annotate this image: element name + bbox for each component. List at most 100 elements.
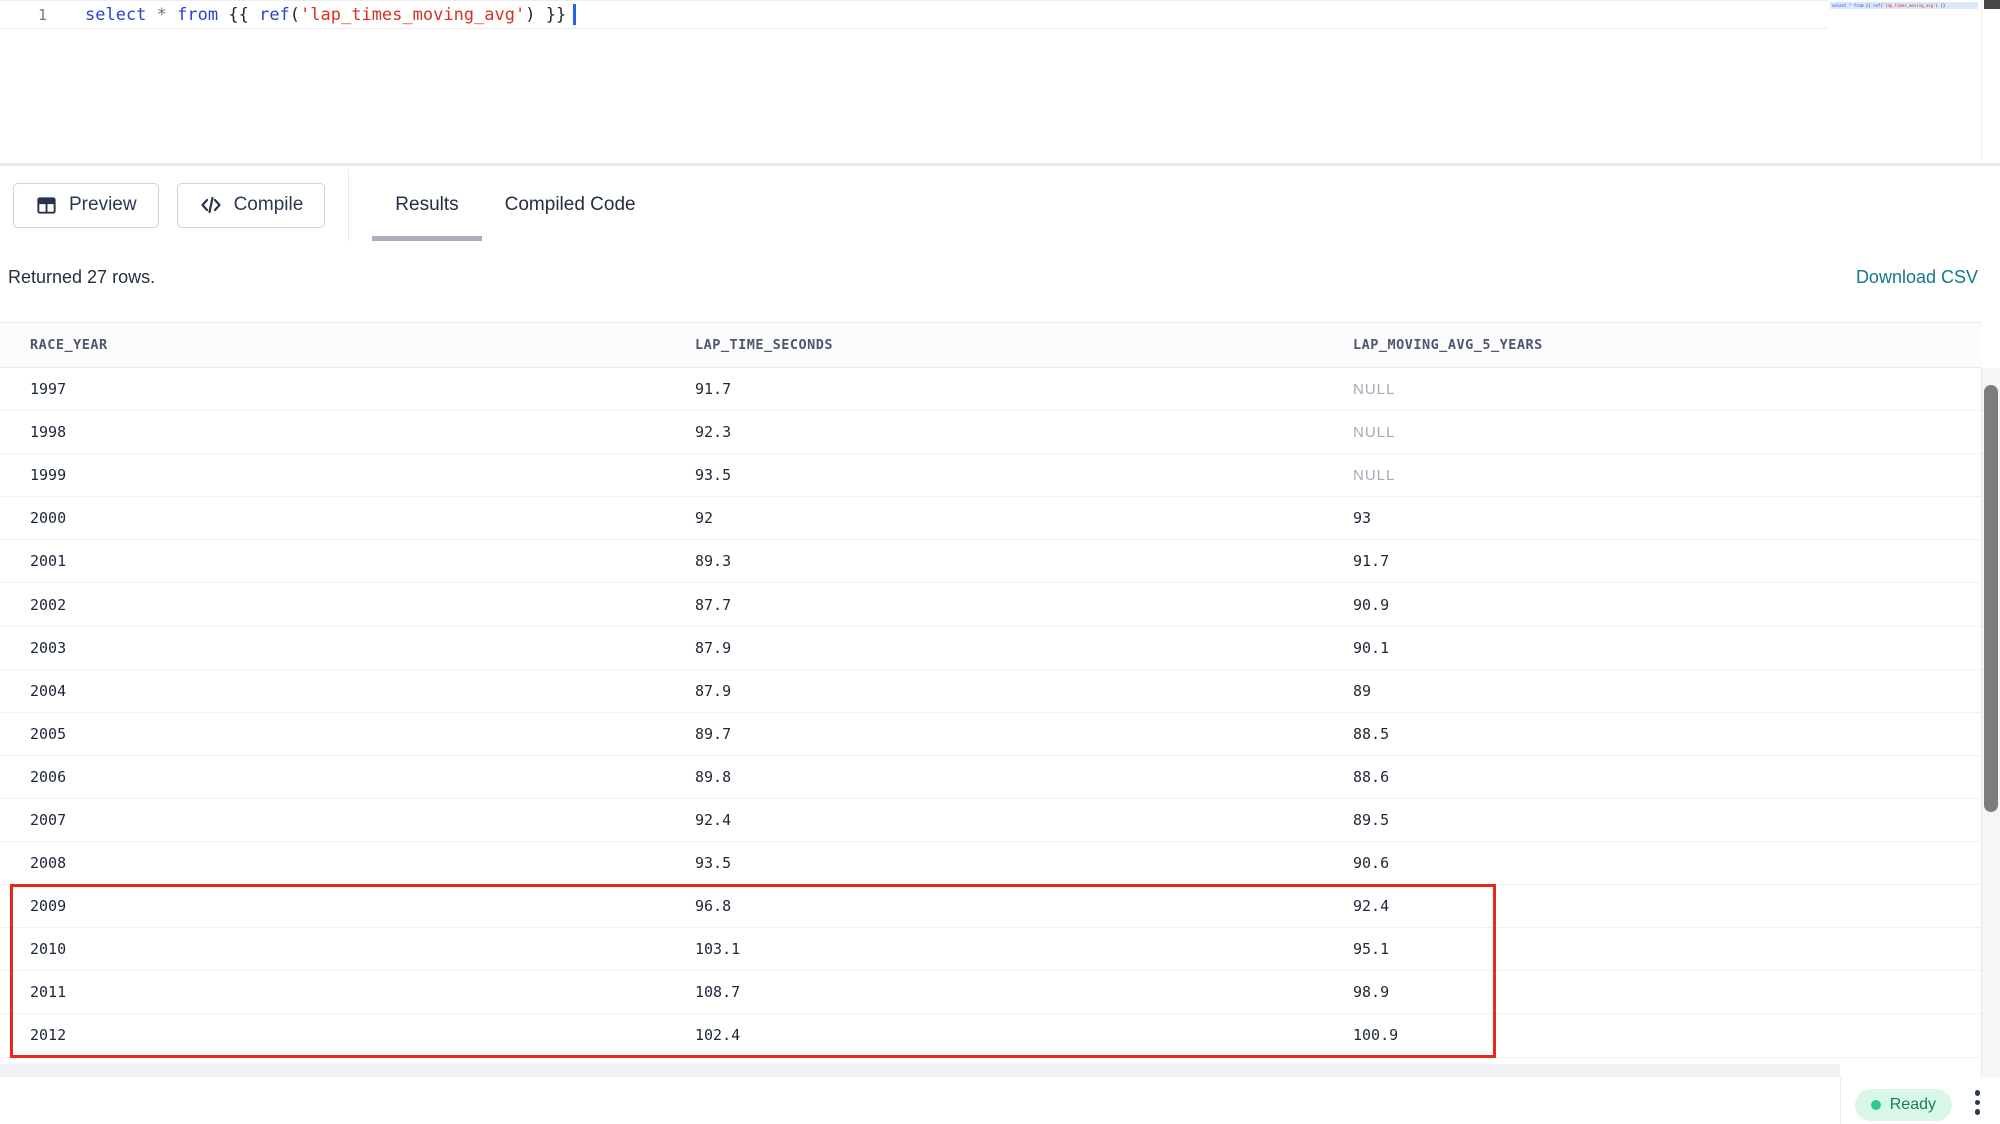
table-cell: 2011 <box>0 983 695 1001</box>
editor-current-line[interactable]: 1 select * from {{ ref('lap_times_moving… <box>0 0 1828 29</box>
table-cell: 93.5 <box>695 466 1353 484</box>
dbt-ide-root: 1 select * from {{ ref('lap_times_moving… <box>0 0 2000 1124</box>
table-cell: 2006 <box>0 768 695 786</box>
table-cell: 95.1 <box>1353 940 1981 958</box>
column-header-race-year: RACE_YEAR <box>0 337 695 353</box>
table-cell: NULL <box>1353 467 1981 484</box>
table-cell: NULL <box>1353 424 1981 441</box>
table-cell: 89.5 <box>1353 811 1981 829</box>
table-row: 20009293 <box>0 497 1981 540</box>
preview-button[interactable]: Preview <box>13 183 159 228</box>
table-row: 199993.5NULL <box>0 454 1981 497</box>
table-cell: 88.5 <box>1353 725 1981 743</box>
table-grid-icon <box>35 194 58 217</box>
status-badge-label: Ready <box>1890 1096 1936 1114</box>
kebab-menu-icon[interactable] <box>1971 1088 1985 1117</box>
table-row: 2012102.4100.9 <box>0 1014 1981 1057</box>
table-cell: 88.6 <box>1353 768 1981 786</box>
table-cell: 1999 <box>0 466 695 484</box>
table-cell: 1998 <box>0 423 695 441</box>
table-cell: 90.1 <box>1353 639 1981 657</box>
panel-bottom-strip <box>0 1064 1840 1077</box>
table-row: 200792.489.5 <box>0 799 1981 842</box>
results-toolbar: Preview Compile Results Compiled Code <box>0 169 2000 241</box>
column-header-lap-moving-avg-5-years: LAP_MOVING_AVG_5_YEARS <box>1353 337 1981 353</box>
table-cell: 100.9 <box>1353 1026 1981 1044</box>
table-cell: 89.3 <box>695 552 1353 570</box>
table-cell: 2002 <box>0 596 695 614</box>
line-number: 1 <box>0 6 85 24</box>
table-cell: 108.7 <box>695 983 1353 1001</box>
table-cell: 98.9 <box>1353 983 1981 1001</box>
table-cell: 2008 <box>0 854 695 872</box>
toolbar-divider <box>348 169 349 241</box>
table-cell: 92.3 <box>695 423 1353 441</box>
results-table-header: RACE_YEAR LAP_TIME_SECONDS LAP_MOVING_AV… <box>0 322 1981 368</box>
table-cell: 2010 <box>0 940 695 958</box>
table-cell: 2004 <box>0 682 695 700</box>
table-cell: 92.4 <box>695 811 1353 829</box>
table-cell: 2005 <box>0 725 695 743</box>
table-cell: 87.7 <box>695 596 1353 614</box>
preview-button-label: Preview <box>69 194 137 216</box>
table-cell: 2000 <box>0 509 695 527</box>
table-row: 200996.892.4 <box>0 885 1981 928</box>
table-row: 2010103.195.1 <box>0 928 1981 971</box>
table-cell: 89.7 <box>695 725 1353 743</box>
row-count-summary: Returned 27 rows. <box>8 267 155 288</box>
sql-code-line[interactable]: select * from {{ ref('lap_times_moving_a… <box>85 5 566 25</box>
table-row: 200893.590.6 <box>0 842 1981 885</box>
table-row: 200589.788.5 <box>0 713 1981 756</box>
text-cursor <box>573 4 576 25</box>
status-dot-icon <box>1871 1100 1881 1110</box>
table-cell: 2001 <box>0 552 695 570</box>
table-row: 200689.888.6 <box>0 756 1981 799</box>
table-row: 200387.990.1 <box>0 627 1981 670</box>
table-cell: 92 <box>695 509 1353 527</box>
column-header-lap-time-seconds: LAP_TIME_SECONDS <box>695 337 1353 353</box>
table-cell: 91.7 <box>695 380 1353 398</box>
table-cell: 91.7 <box>1353 552 1981 570</box>
table-cell: 89.8 <box>695 768 1353 786</box>
table-cell: 102.4 <box>695 1026 1353 1044</box>
table-cell: 90.6 <box>1353 854 1981 872</box>
results-info-row: Returned 27 rows. Download CSV <box>0 247 2000 307</box>
table-cell: NULL <box>1353 381 1981 398</box>
table-row: 199892.3NULL <box>0 411 1981 454</box>
editor-scrollbar-track[interactable] <box>1981 0 2000 163</box>
table-cell: 93.5 <box>695 854 1353 872</box>
table-row: 200189.391.7 <box>0 540 1981 583</box>
minimap-current-line: select * from {{ ref('lap_times_moving_a… <box>1830 2 1978 9</box>
table-cell: 2007 <box>0 811 695 829</box>
tab-compiled-code[interactable]: Compiled Code <box>482 169 659 241</box>
table-cell: 87.9 <box>695 639 1353 657</box>
table-cell: 96.8 <box>695 897 1353 915</box>
table-cell: 93 <box>1353 509 1981 527</box>
status-bar: Ready <box>0 1077 2000 1124</box>
table-cell: 2009 <box>0 897 695 915</box>
table-cell: 2003 <box>0 639 695 657</box>
table-row: 199791.7NULL <box>0 368 1981 411</box>
status-badge[interactable]: Ready <box>1855 1089 1952 1121</box>
table-cell: 103.1 <box>695 940 1353 958</box>
table-scrollbar-track[interactable] <box>1981 368 2000 1077</box>
table-cell: 1997 <box>0 380 695 398</box>
results-table-body: 199791.7NULL199892.3NULL199993.5NULL2000… <box>0 368 1981 1058</box>
editor-scrollbar-thumb[interactable] <box>1984 0 2000 9</box>
status-bar-divider <box>1840 1077 1841 1124</box>
code-brackets-icon <box>199 193 223 217</box>
table-cell: 89 <box>1353 682 1981 700</box>
tab-results[interactable]: Results <box>372 169 481 241</box>
editor-minimap[interactable]: select * from {{ ref('lap_times_moving_a… <box>1830 0 1978 160</box>
download-csv-link[interactable]: Download CSV <box>1856 267 1978 288</box>
table-row: 200487.989 <box>0 670 1981 713</box>
table-cell: 2012 <box>0 1026 695 1044</box>
table-scrollbar-thumb[interactable] <box>1984 385 1998 812</box>
table-row: 2011108.798.9 <box>0 971 1981 1014</box>
table-row: 200287.790.9 <box>0 583 1981 626</box>
table-cell: 87.9 <box>695 682 1353 700</box>
table-cell: 90.9 <box>1353 596 1981 614</box>
sql-editor[interactable]: 1 select * from {{ ref('lap_times_moving… <box>0 0 2000 166</box>
compile-button[interactable]: Compile <box>177 183 326 228</box>
compile-button-label: Compile <box>234 194 304 216</box>
